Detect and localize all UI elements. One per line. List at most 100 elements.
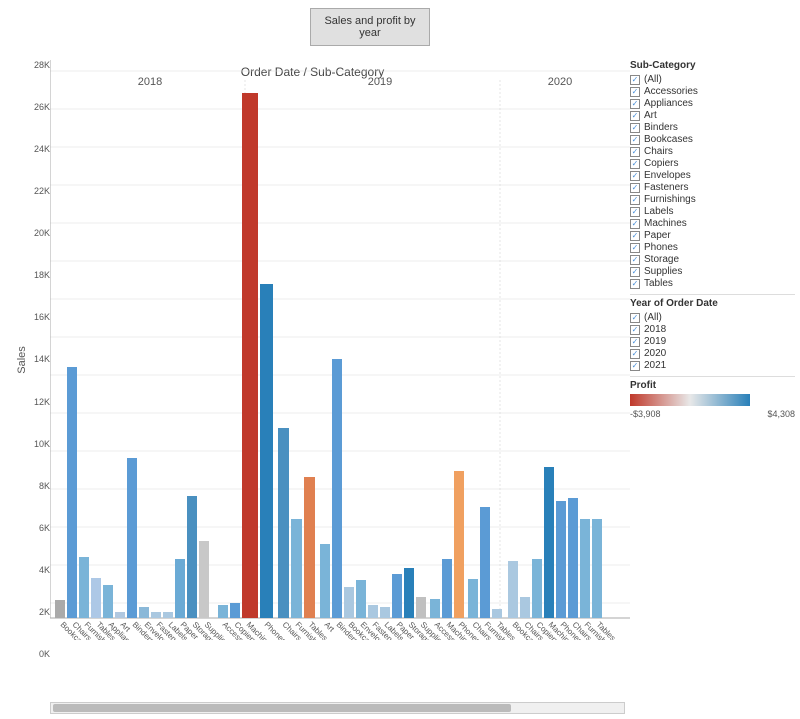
legend-label-appliances: Appliances bbox=[644, 98, 693, 109]
legend-item-machines[interactable]: Machines bbox=[630, 218, 795, 229]
legend-label-envelopes: Envelopes bbox=[644, 170, 691, 181]
profit-legend-title: Profit bbox=[630, 380, 795, 391]
legend-label-fasteners: Fasteners bbox=[644, 182, 688, 193]
legend-item-accessories[interactable]: Accessories bbox=[630, 86, 795, 97]
y-tick: 28K bbox=[15, 60, 50, 70]
profit-labels: -$3,908 $4,308 bbox=[630, 409, 795, 419]
legend-label-year-2018: 2018 bbox=[644, 324, 666, 335]
legend-label-year-2021: 2021 bbox=[644, 360, 666, 371]
legend-checkbox-supplies[interactable] bbox=[630, 267, 640, 277]
legend-checkbox-year-2020[interactable] bbox=[630, 349, 640, 359]
legend-label-furnishings: Furnishings bbox=[644, 194, 696, 205]
legend-label-phones: Phones bbox=[644, 242, 678, 253]
legend-checkbox-fasteners[interactable] bbox=[630, 183, 640, 193]
svg-text:2019: 2019 bbox=[368, 76, 392, 88]
legend-label-supplies: Supplies bbox=[644, 266, 682, 277]
legend-checkbox-year-2019[interactable] bbox=[630, 337, 640, 347]
y-tick: 20K bbox=[15, 228, 50, 238]
legend-checkbox-furnishings[interactable] bbox=[630, 195, 640, 205]
legend-item-fasteners[interactable]: Fasteners bbox=[630, 182, 795, 193]
legend-item-appliances[interactable]: Appliances bbox=[630, 98, 795, 109]
legend-label-machines: Machines bbox=[644, 218, 687, 229]
y-tick: 8K bbox=[15, 481, 50, 491]
legend-label-storage: Storage bbox=[644, 254, 679, 265]
y-tick: 18K bbox=[15, 270, 50, 280]
legend-item-binders[interactable]: Binders bbox=[630, 122, 795, 133]
legend-checkbox-year-all[interactable] bbox=[630, 313, 640, 323]
horizontal-scrollbar[interactable] bbox=[50, 702, 625, 714]
legend-label-year-2019: 2019 bbox=[644, 336, 666, 347]
legend-label-year-2020: 2020 bbox=[644, 348, 666, 359]
y-tick: 4K bbox=[15, 565, 50, 575]
tooltip-box: Sales and profit by year bbox=[310, 8, 430, 46]
legend-item-envelopes[interactable]: Envelopes bbox=[630, 170, 795, 181]
legend-checkbox-paper[interactable] bbox=[630, 231, 640, 241]
legend-checkbox-all[interactable] bbox=[630, 75, 640, 85]
legend-divider-2 bbox=[630, 376, 795, 377]
legend-checkbox-envelopes[interactable] bbox=[630, 171, 640, 181]
legend-item-bookcases[interactable]: Bookcases bbox=[630, 134, 795, 145]
legend-label-labels: Labels bbox=[644, 206, 673, 217]
legend-checkbox-year-2021[interactable] bbox=[630, 361, 640, 371]
legend-item-chairs[interactable]: Chairs bbox=[630, 146, 795, 157]
main-container: Sales and profit by year Order Date / Su… bbox=[0, 0, 800, 719]
legend-item-tables[interactable]: Tables bbox=[630, 278, 795, 289]
legend-label-accessories: Accessories bbox=[644, 86, 698, 97]
y-tick: 14K bbox=[15, 354, 50, 364]
tooltip-line1: Sales and profit by bbox=[324, 15, 415, 27]
legend-item-furnishings[interactable]: Furnishings bbox=[630, 194, 795, 205]
legend-checkbox-storage[interactable] bbox=[630, 255, 640, 265]
legend-item-year-2020[interactable]: 2020 bbox=[630, 348, 795, 359]
legend-label-paper: Paper bbox=[644, 230, 671, 241]
legend-item-year-2018[interactable]: 2018 bbox=[630, 324, 795, 335]
y-tick: 10K bbox=[15, 439, 50, 449]
y-tick: 6K bbox=[15, 523, 50, 533]
legend-checkbox-accessories[interactable] bbox=[630, 87, 640, 97]
legend-item-year-all[interactable]: (All) bbox=[630, 312, 795, 323]
profit-max-label: $4,308 bbox=[767, 409, 795, 419]
legend-panel: Sub-Category (All) Accessories Appliance… bbox=[630, 60, 795, 419]
legend-checkbox-tables[interactable] bbox=[630, 279, 640, 289]
legend-item-supplies[interactable]: Supplies bbox=[630, 266, 795, 277]
y-tick: 22K bbox=[15, 186, 50, 196]
subcategory-legend-title: Sub-Category bbox=[630, 60, 795, 71]
profit-min-label: -$3,908 bbox=[630, 409, 661, 419]
legend-label-art: Art bbox=[644, 110, 657, 121]
legend-item-year-2019[interactable]: 2019 bbox=[630, 336, 795, 347]
legend-label-copiers: Copiers bbox=[644, 158, 678, 169]
legend-label-year-all: (All) bbox=[644, 312, 662, 323]
legend-label-binders: Binders bbox=[644, 122, 678, 133]
y-tick: 2K bbox=[15, 607, 50, 617]
legend-checkbox-machines[interactable] bbox=[630, 219, 640, 229]
legend-item-labels[interactable]: Labels bbox=[630, 206, 795, 217]
legend-label-all: (All) bbox=[644, 74, 662, 85]
legend-checkbox-copiers[interactable] bbox=[630, 159, 640, 169]
svg-text:2020: 2020 bbox=[548, 76, 572, 88]
legend-item-phones[interactable]: Phones bbox=[630, 242, 795, 253]
y-tick: 24K bbox=[15, 144, 50, 154]
legend-item-paper[interactable]: Paper bbox=[630, 230, 795, 241]
legend-checkbox-chairs[interactable] bbox=[630, 147, 640, 157]
y-tick: 26K bbox=[15, 102, 50, 112]
legend-item-copiers[interactable]: Copiers bbox=[630, 158, 795, 169]
y-tick: 12K bbox=[15, 397, 50, 407]
legend-checkbox-appliances[interactable] bbox=[630, 99, 640, 109]
legend-item-storage[interactable]: Storage bbox=[630, 254, 795, 265]
legend-label-chairs: Chairs bbox=[644, 146, 673, 157]
legend-item-all[interactable]: (All) bbox=[630, 74, 795, 85]
legend-checkbox-phones[interactable] bbox=[630, 243, 640, 253]
legend-item-art[interactable]: Art bbox=[630, 110, 795, 121]
legend-item-year-2021[interactable]: 2021 bbox=[630, 360, 795, 371]
scrollbar-thumb[interactable] bbox=[53, 704, 511, 712]
year-legend-title: Year of Order Date bbox=[630, 298, 795, 309]
legend-checkbox-binders[interactable] bbox=[630, 123, 640, 133]
legend-checkbox-labels[interactable] bbox=[630, 207, 640, 217]
y-tick: 0K bbox=[15, 649, 50, 659]
legend-checkbox-bookcases[interactable] bbox=[630, 135, 640, 145]
y-tick: 16K bbox=[15, 312, 50, 322]
legend-checkbox-art[interactable] bbox=[630, 111, 640, 121]
legend-checkbox-year-2018[interactable] bbox=[630, 325, 640, 335]
svg-text:2018: 2018 bbox=[138, 76, 162, 88]
legend-divider-1 bbox=[630, 294, 795, 295]
y-ticks: 0K 2K 4K 6K 8K 10K 12K 14K 16K 18K 20K 2… bbox=[15, 60, 50, 659]
